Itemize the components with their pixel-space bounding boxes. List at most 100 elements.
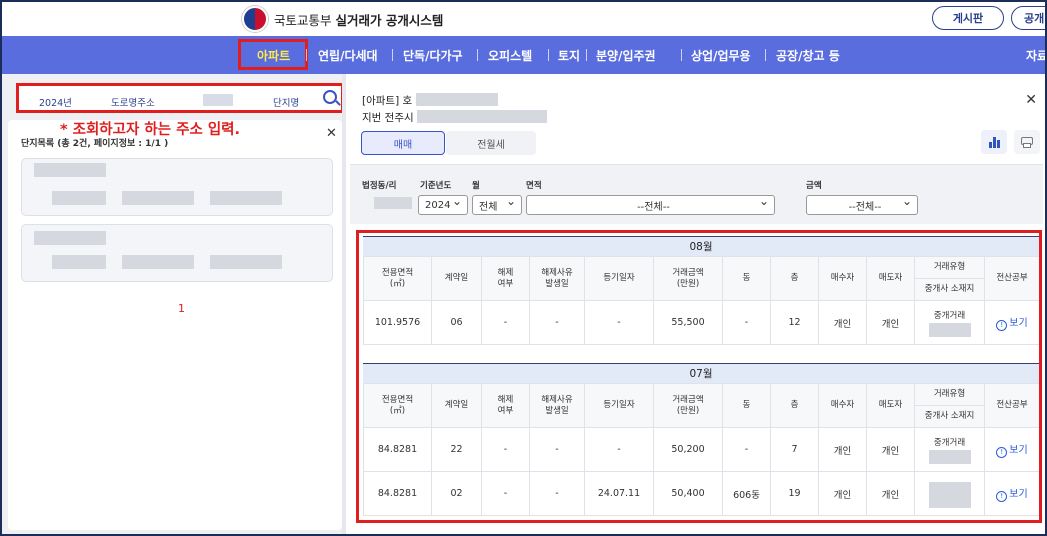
- nav-item-apartment[interactable]: 아파트: [257, 47, 290, 64]
- cell-seller: 개인: [866, 427, 915, 472]
- search-bar: 2024년 도로명주소 단지명: [16, 83, 344, 113]
- month-label: 월: [472, 181, 480, 191]
- cell-view[interactable]: ! 보기: [984, 427, 1039, 472]
- year-label: 기준년도: [420, 181, 452, 191]
- tab-rent[interactable]: 전월세: [446, 131, 536, 155]
- complex-name-select[interactable]: 단지명: [273, 95, 299, 109]
- cell-reason: -: [529, 427, 585, 472]
- cell-dong: 606동: [722, 471, 771, 516]
- view-link[interactable]: 보기: [1009, 445, 1027, 456]
- nav-divider: [586, 49, 587, 61]
- chart-icon[interactable]: [981, 130, 1007, 154]
- nav-item-house[interactable]: 단독/다가구: [403, 47, 463, 64]
- cell-buyer: 개인: [818, 471, 867, 516]
- annotation-hint: * 조회하고자 하는 주소 입력.: [60, 122, 241, 138]
- app-window: 국토교통부 실거래가 공개시스템 게시판 공개 아파트 연립/다세대 단독/다가구…: [2, 2, 1045, 534]
- close-icon[interactable]: ✕: [1025, 92, 1037, 108]
- cell-deal: 중개거래: [914, 427, 985, 472]
- detail-panel: [아파트] 호 지번 전주시 ✕ 매매 전월세 법정동/리 기준년도 월 면적 …: [346, 74, 1045, 534]
- info-icon: !: [996, 491, 1008, 502]
- list-item[interactable]: [21, 224, 333, 282]
- taegeuk-logo-icon: [242, 6, 268, 32]
- col-agent-loc: 중개사 소재지: [914, 278, 985, 301]
- board-button[interactable]: 게시판: [932, 6, 1004, 30]
- col-cancel-reason: 해제사유 발생일: [529, 256, 585, 301]
- nav-item-factory[interactable]: 공장/창고 등: [776, 47, 840, 64]
- public-button[interactable]: 공개: [1011, 6, 1045, 30]
- col-dong: 동: [722, 256, 771, 301]
- transaction-table: 전용면적 (㎡) 계약일 해제 여부 해제사유 발생일 등기일자 거래금액 (만원) 동…: [363, 256, 1039, 345]
- cell-cancel: -: [481, 427, 530, 472]
- detail-subtitle: 지번 전주시: [362, 110, 547, 125]
- ministry-name: 국토교통부: [274, 12, 332, 28]
- cell-view[interactable]: ! 보기: [984, 300, 1039, 345]
- cell-buyer: 개인: [818, 427, 867, 472]
- col-contract-day: 계약일: [431, 383, 482, 428]
- region-select[interactable]: [203, 94, 233, 106]
- left-panel: 단지목록 (총 2건, 페이지정보 : 1/1 ) ✕ 1 2024년 도로명주…: [2, 74, 344, 534]
- info-icon: !: [996, 320, 1008, 331]
- search-icon[interactable]: [323, 90, 337, 104]
- col-floor: 층: [770, 256, 819, 301]
- month-select[interactable]: 전체: [472, 194, 522, 215]
- cell-price: 55,500: [653, 300, 723, 345]
- info-icon: !: [996, 447, 1008, 458]
- col-price: 거래금액 (만원): [653, 256, 723, 301]
- year-select[interactable]: 2024년: [39, 95, 72, 109]
- col-price: 거래금액 (만원): [653, 383, 723, 428]
- site-logo[interactable]: 국토교통부 실거래가 공개시스템: [242, 6, 443, 32]
- nav-item-commercial[interactable]: 상업/업무용: [691, 47, 751, 64]
- print-icon[interactable]: [1014, 130, 1040, 154]
- nav-item-officetel[interactable]: 오피스텔: [488, 47, 532, 64]
- month-header: 08월: [363, 236, 1039, 256]
- cell-reg: -: [584, 300, 654, 345]
- view-link[interactable]: 보기: [1009, 318, 1027, 329]
- tab-sale[interactable]: 매매: [361, 131, 445, 155]
- cell-price: 50,200: [653, 427, 723, 472]
- nav-divider: [681, 49, 682, 61]
- address-type-select[interactable]: 도로명주소: [111, 95, 155, 109]
- cell-day: 22: [431, 427, 482, 472]
- col-reg-date: 등기일자: [584, 256, 654, 301]
- cell-view[interactable]: ! 보기: [984, 471, 1039, 516]
- area-label: 면적: [526, 181, 542, 191]
- cell-floor: 19: [770, 471, 819, 516]
- col-agent-loc: 중개사 소재지: [914, 405, 985, 428]
- main-nav: 아파트 연립/다세대 단독/다가구 오피스텔 토지 분양/입주권 상업/업무용 …: [2, 36, 1045, 74]
- area-select[interactable]: --전체--: [526, 194, 775, 215]
- col-dong: 동: [722, 383, 771, 428]
- page-number[interactable]: 1: [178, 302, 185, 315]
- col-deal-type: 거래유형: [914, 383, 985, 406]
- col-registry: 전산공부: [984, 256, 1039, 301]
- price-select[interactable]: --전체--: [806, 194, 918, 215]
- cell-floor: 7: [770, 427, 819, 472]
- table-row: 101.9576 06 - - - 55,500 - 12 개인 개인 중개거래…: [363, 300, 1039, 345]
- cell-reason: -: [529, 471, 585, 516]
- col-seller: 매도자: [866, 256, 915, 301]
- transaction-table: 전용면적 (㎡) 계약일 해제 여부 해제사유 발생일 등기일자 거래금액 (만원) 동…: [363, 383, 1039, 516]
- view-link[interactable]: 보기: [1009, 489, 1027, 500]
- col-cancel-reason: 해제사유 발생일: [529, 383, 585, 428]
- cell-seller: 개인: [866, 300, 915, 345]
- table-row: 84.8281 22 - - - 50,200 - 7 개인 개인 중개거래 !…: [363, 427, 1039, 472]
- nav-item-data[interactable]: 자료: [1026, 47, 1045, 64]
- nav-item-villa[interactable]: 연립/다세대: [318, 47, 378, 64]
- cell-cancel: -: [481, 300, 530, 345]
- col-floor: 층: [770, 383, 819, 428]
- nav-item-land[interactable]: 토지: [558, 47, 580, 64]
- top-header: 국토교통부 실거래가 공개시스템 게시판 공개: [2, 2, 1045, 35]
- col-area: 전용면적 (㎡): [363, 256, 432, 301]
- complex-list-panel: 단지목록 (총 2건, 페이지정보 : 1/1 ) ✕ 1: [8, 120, 342, 530]
- table-row: 84.8281 02 - - 24.07.11 50,400 606동 19 개…: [363, 471, 1039, 516]
- col-deal-type: 거래유형: [914, 256, 985, 279]
- detail-title: [아파트] 호: [362, 93, 498, 108]
- list-item[interactable]: [21, 158, 333, 216]
- col-reg-date: 등기일자: [584, 383, 654, 428]
- cell-seller: 개인: [866, 471, 915, 516]
- year-select[interactable]: 2024: [418, 194, 468, 215]
- nav-item-presale[interactable]: 분양/입주권: [596, 47, 656, 64]
- cell-cancel: -: [481, 471, 530, 516]
- dong-select[interactable]: [374, 197, 412, 209]
- cell-day: 06: [431, 300, 482, 345]
- close-icon[interactable]: ✕: [326, 126, 337, 141]
